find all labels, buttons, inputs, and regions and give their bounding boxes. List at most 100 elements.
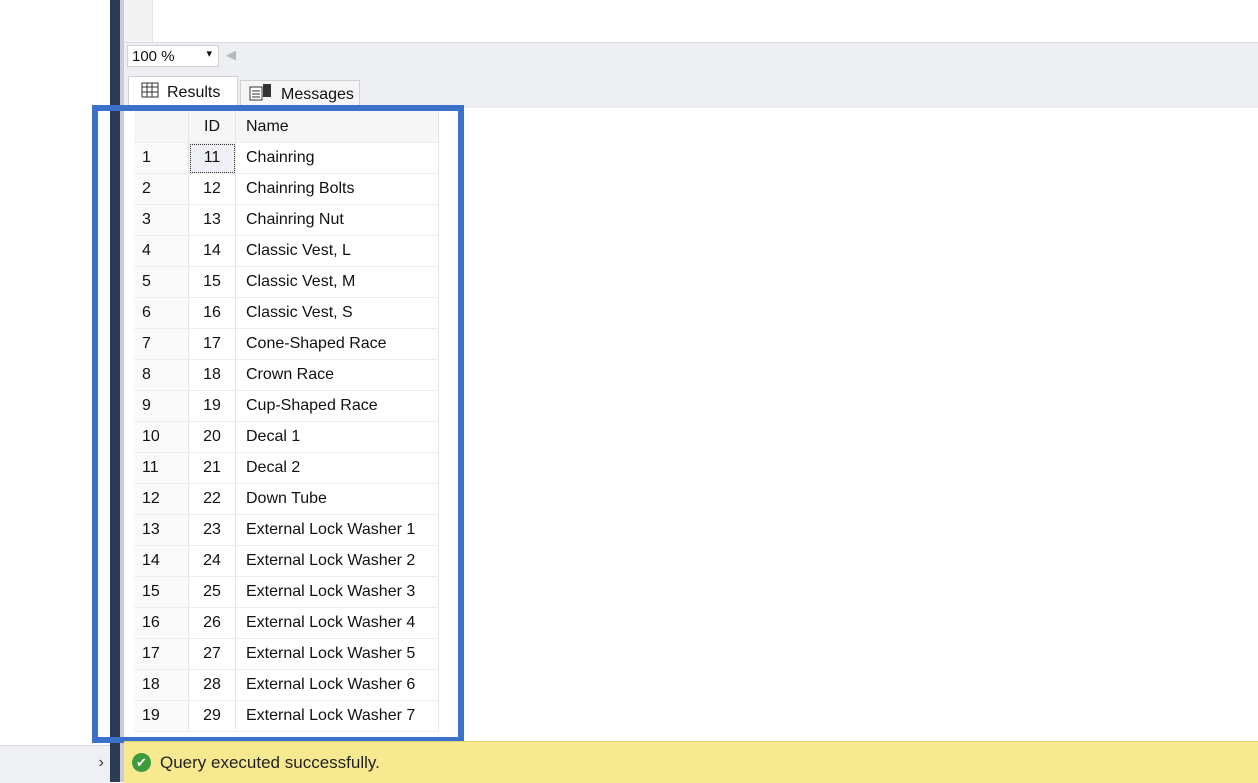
id-cell[interactable]: 13 (188, 204, 236, 236)
table-row[interactable]: 14 24 External Lock Washer 2 (134, 545, 439, 577)
table-row[interactable]: 9 19 Cup-Shaped Race (134, 390, 439, 422)
id-cell[interactable]: 29 (188, 700, 236, 732)
table-row[interactable]: 3 13 Chainring Nut (134, 204, 439, 236)
name-cell[interactable]: Chainring (235, 142, 439, 174)
row-number-cell[interactable]: 18 (134, 669, 189, 701)
table-row[interactable]: 6 16 Classic Vest, S (134, 297, 439, 329)
id-cell[interactable]: 22 (188, 483, 236, 515)
row-number-cell[interactable]: 8 (134, 359, 189, 391)
name-cell[interactable]: Decal 2 (235, 452, 439, 484)
name-cell[interactable]: Classic Vest, S (235, 297, 439, 329)
name-cell[interactable]: Cup-Shaped Race (235, 390, 439, 422)
id-cell[interactable]: 15 (188, 266, 236, 298)
name-cell[interactable]: Chainring Nut (235, 204, 439, 236)
id-cell[interactable]: 28 (188, 669, 236, 701)
row-number-cell[interactable]: 2 (134, 173, 189, 205)
table-row[interactable]: 5 15 Classic Vest, M (134, 266, 439, 298)
row-number-cell[interactable]: 19 (134, 700, 189, 732)
id-cell[interactable]: 24 (188, 545, 236, 577)
name-cell[interactable]: Cone-Shaped Race (235, 328, 439, 360)
row-number-cell[interactable]: 6 (134, 297, 189, 329)
row-number-cell[interactable]: 13 (134, 514, 189, 546)
id-cell[interactable]: 12 (188, 173, 236, 205)
table-row[interactable]: 13 23 External Lock Washer 1 (134, 514, 439, 546)
zoom-bar: 100 % ▾ ◀ (124, 42, 1258, 71)
zoom-select[interactable]: 100 % ▾ (127, 45, 219, 67)
row-number-cell[interactable]: 4 (134, 235, 189, 267)
row-number-cell[interactable]: 12 (134, 483, 189, 515)
table-row[interactable]: 15 25 External Lock Washer 3 (134, 576, 439, 608)
table-row[interactable]: 12 22 Down Tube (134, 483, 439, 515)
table-row[interactable]: 7 17 Cone-Shaped Race (134, 328, 439, 360)
row-number-cell[interactable]: 9 (134, 390, 189, 422)
row-number-cell[interactable]: 5 (134, 266, 189, 298)
row-number-cell[interactable]: 14 (134, 545, 189, 577)
row-number-cell[interactable]: 16 (134, 607, 189, 639)
id-cell[interactable]: 17 (188, 328, 236, 360)
id-cell[interactable]: 19 (188, 390, 236, 422)
name-cell[interactable]: External Lock Washer 2 (235, 545, 439, 577)
status-message: Query executed successfully. (160, 753, 380, 772)
table-row[interactable]: 10 20 Decal 1 (134, 421, 439, 453)
id-cell[interactable]: 21 (188, 452, 236, 484)
row-number-cell[interactable]: 17 (134, 638, 189, 670)
grid-icon (141, 82, 159, 103)
row-number-header[interactable] (134, 111, 189, 143)
column-header-name[interactable]: Name (235, 111, 439, 143)
editor-margin (124, 0, 153, 42)
id-cell[interactable]: 27 (188, 638, 236, 670)
name-cell[interactable]: External Lock Washer 1 (235, 514, 439, 546)
name-cell[interactable]: External Lock Washer 4 (235, 607, 439, 639)
tab-results-label: Results (167, 83, 221, 101)
query-editor[interactable] (124, 0, 1258, 42)
row-number-cell[interactable]: 7 (134, 328, 189, 360)
tab-messages-label: Messages (281, 85, 354, 103)
id-cell[interactable]: 23 (188, 514, 236, 546)
id-cell[interactable]: 14 (188, 235, 236, 267)
chevron-right-icon[interactable]: › (99, 754, 104, 772)
table-row[interactable]: 1 11 Chainring (134, 142, 439, 174)
results-grid-area: ID Name 1 11 Chainring 2 12 Chainring Bolts 3 1… (124, 108, 1258, 738)
name-cell[interactable]: Down Tube (235, 483, 439, 515)
table-row[interactable]: 17 27 External Lock Washer 5 (134, 638, 439, 670)
table-row[interactable]: 2 12 Chainring Bolts (134, 173, 439, 205)
table-row[interactable]: 16 26 External Lock Washer 4 (134, 607, 439, 639)
name-cell[interactable]: Decal 1 (235, 421, 439, 453)
id-cell[interactable]: 20 (188, 421, 236, 453)
results-grid[interactable]: ID Name 1 11 Chainring 2 12 Chainring Bolts 3 1… (134, 111, 439, 732)
table-row[interactable]: 11 21 Decal 2 (134, 452, 439, 484)
table-row[interactable]: 4 14 Classic Vest, L (134, 235, 439, 267)
name-cell[interactable]: Chainring Bolts (235, 173, 439, 205)
name-cell[interactable]: External Lock Washer 7 (235, 700, 439, 732)
messages-icon (249, 83, 273, 106)
table-row[interactable]: 18 28 External Lock Washer 6 (134, 669, 439, 701)
name-cell[interactable]: Crown Race (235, 359, 439, 391)
name-cell[interactable]: External Lock Washer 3 (235, 576, 439, 608)
tab-results[interactable]: Results (128, 76, 238, 108)
name-cell[interactable]: External Lock Washer 6 (235, 669, 439, 701)
row-number-cell[interactable]: 10 (134, 421, 189, 453)
row-number-cell[interactable]: 1 (134, 142, 189, 174)
name-cell[interactable]: Classic Vest, L (235, 235, 439, 267)
results-tabbar: Results Messages (124, 70, 1258, 109)
name-cell[interactable]: Classic Vest, M (235, 266, 439, 298)
object-explorer-footer: › (0, 745, 110, 783)
id-cell[interactable]: 11 (188, 142, 236, 174)
id-cell[interactable]: 26 (188, 607, 236, 639)
id-cell[interactable]: 25 (188, 576, 236, 608)
row-number-cell[interactable]: 3 (134, 204, 189, 236)
row-number-cell[interactable]: 11 (134, 452, 189, 484)
name-cell[interactable]: External Lock Washer 5 (235, 638, 439, 670)
check-circle-icon: ✔ (132, 753, 151, 772)
table-row[interactable]: 19 29 External Lock Washer 7 (134, 700, 439, 732)
tab-messages[interactable]: Messages (240, 80, 360, 108)
scroll-left-icon[interactable]: ◀ (226, 47, 236, 63)
object-explorer-panel (0, 0, 110, 745)
table-row[interactable]: 8 18 Crown Race (134, 359, 439, 391)
id-cell[interactable]: 16 (188, 297, 236, 329)
id-cell[interactable]: 18 (188, 359, 236, 391)
row-number-cell[interactable]: 15 (134, 576, 189, 608)
chevron-down-icon[interactable]: ▾ (206, 47, 212, 60)
zoom-value: 100 % (132, 48, 175, 65)
column-header-id[interactable]: ID (188, 111, 236, 143)
